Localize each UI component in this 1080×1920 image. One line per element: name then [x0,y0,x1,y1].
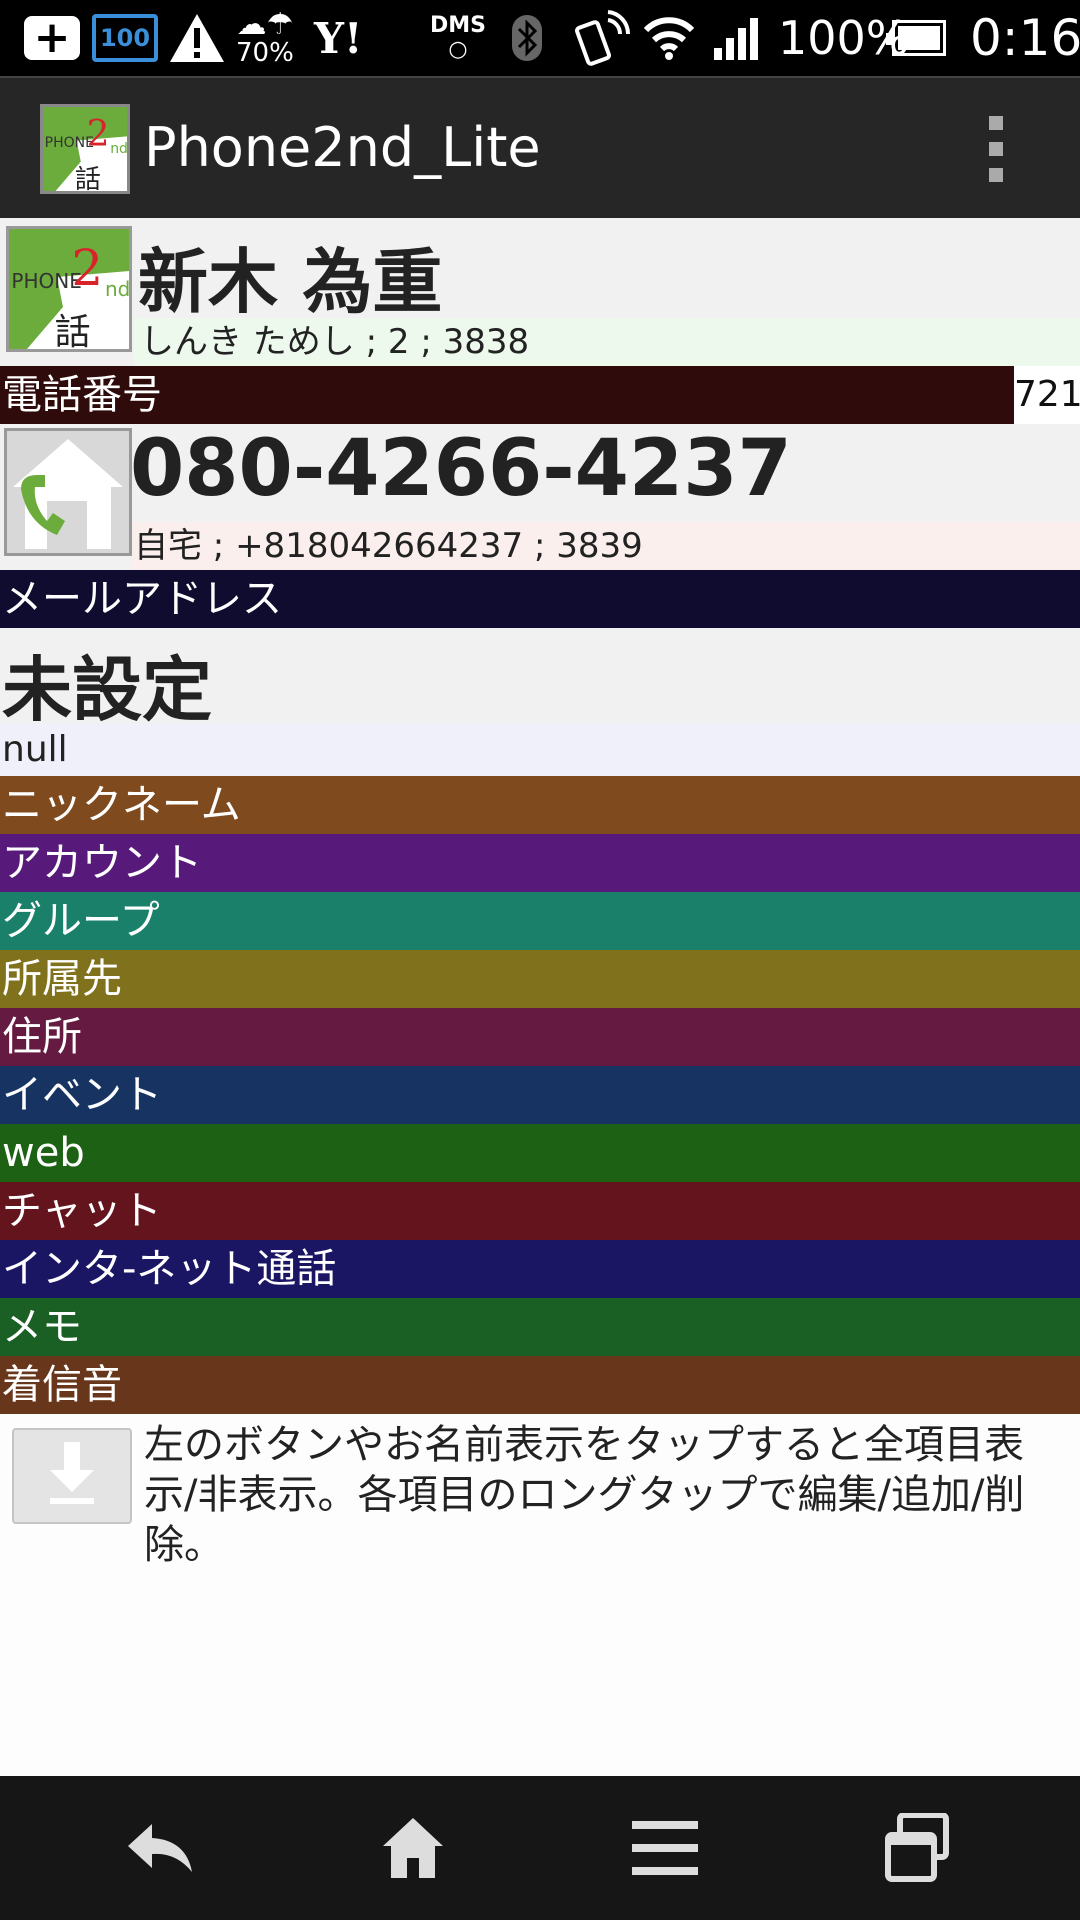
email-detail: null [0,724,1080,776]
email-header[interactable]: メールアドレス [0,570,1080,628]
nfc-phone-icon [574,0,630,76]
bluetooth-icon [510,0,544,76]
contact-name-row[interactable]: PHONE 2 nd 話 新木 為重 しんき ためし ; 2 ; 3838 [0,218,1080,366]
phone-number[interactable]: 080-4266-4237 [130,424,792,514]
app-logo-icon[interactable]: PHONE 2 nd 話 [40,104,130,194]
contact-reading: しんき ためし ; 2 ; 3838 [134,318,1080,366]
recent-apps-icon[interactable] [862,1806,972,1890]
action-bar: PHONE 2 nd 話 Phone2nd_Lite [0,76,1080,218]
menu-icon[interactable] [610,1806,720,1890]
plus-box-icon: + [24,16,80,60]
hint-text: 左のボタンやお名前表示をタップすると全項目表示/非表示。各項目のロングタップで編… [144,1422,1025,1568]
section-internet-call[interactable]: インタ-ネット通話 [0,1240,1080,1298]
email-row[interactable]: 未設定 [0,628,1080,731]
section-chat[interactable]: チャット [0,1182,1080,1240]
logo-kanji: 話 [74,165,101,194]
navigation-bar [0,1776,1080,1920]
phone-row[interactable]: 080-4266-4237 自宅 ; +818042664237 ; 3839 [0,424,1080,570]
section-group[interactable]: グループ [0,892,1080,950]
section-event[interactable]: イベント [0,1066,1080,1124]
home-phone-icon[interactable] [4,428,132,556]
section-address[interactable]: 住所 [0,1008,1080,1066]
hint-area: 左のボタンやお名前表示をタップすると全項目表示/非表示。各項目のロングタップで編… [0,1414,1080,1776]
contact-logo-nd: nd [105,277,131,301]
clock: 0:16 [970,9,1080,67]
yahoo-icon: Y! [314,13,363,63]
email-value[interactable]: 未設定 [2,634,212,735]
app-title: Phone2nd_Lite [144,116,541,179]
expand-all-button[interactable] [12,1428,132,1524]
phone-detail: 自宅 ; +818042664237 ; 3839 [132,522,1080,570]
contact-logo-two: 2 [71,238,104,297]
section-nickname[interactable]: ニックネーム [0,776,1080,834]
contact-name[interactable]: 新木 為重 [138,226,442,327]
dms-icon: DMS ○ [430,0,486,76]
warning-icon [168,0,226,76]
logo-nd: nd [110,140,128,157]
battery-icon [886,20,946,56]
contact-logo-kanji: 話 [54,312,91,352]
back-icon[interactable] [106,1806,216,1890]
section-ringtone[interactable]: 着信音 [0,1356,1080,1414]
battery-100-icon: 100 [92,14,158,62]
weather-icon: ☁☂ 70% [236,7,294,68]
status-bar: + 100 ☁☂ 70% Y! DMS ○ 100% 0:16 [0,0,1080,76]
overflow-menu-icon[interactable] [982,116,1010,182]
phone-number-header[interactable]: 電話番号 [0,366,1014,424]
section-web[interactable]: web [0,1124,1080,1182]
section-organization[interactable]: 所属先 [0,950,1080,1008]
section-memo[interactable]: メモ [0,1298,1080,1356]
download-arrow-icon [50,1442,94,1504]
contact-photo-icon[interactable]: PHONE 2 nd 話 [6,226,132,352]
section-account[interactable]: アカウント [0,834,1080,892]
phone-count: 721 [1014,366,1080,424]
dms-label: DMS [430,13,486,38]
home-icon[interactable] [358,1806,468,1890]
dms-circle: ○ [448,37,468,62]
logo-two: 2 [86,113,110,155]
weather-percent: 70% [236,38,294,68]
wifi-icon [644,0,694,76]
signal-icon [712,0,760,76]
